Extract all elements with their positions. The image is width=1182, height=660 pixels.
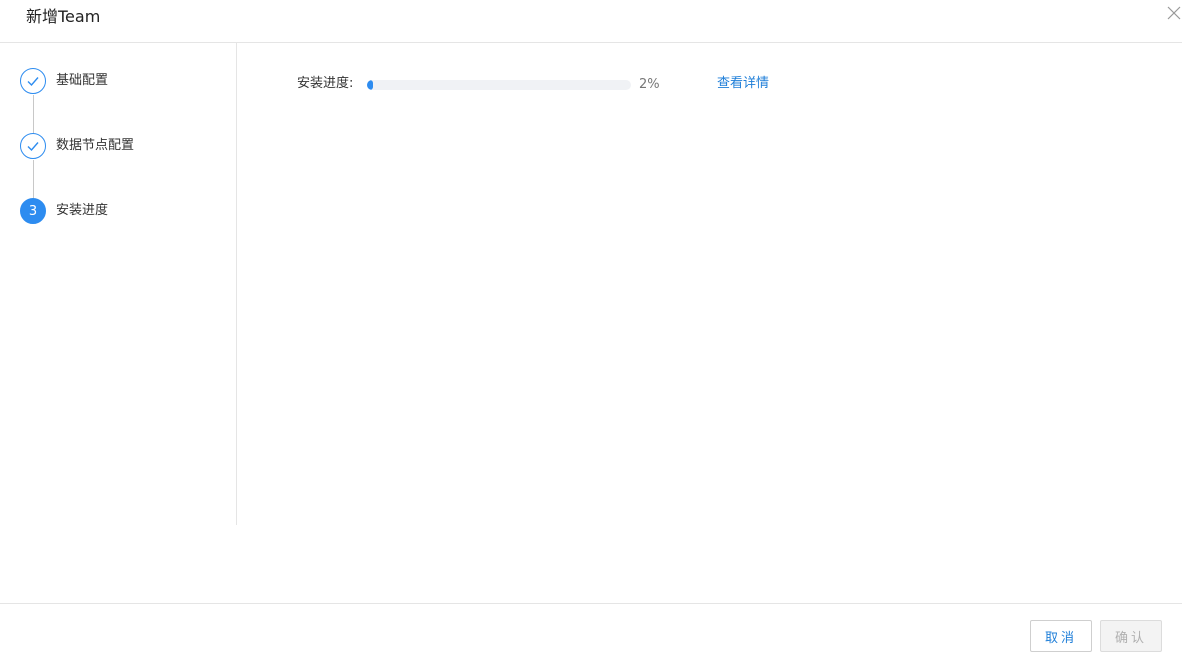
dialog-footer: 取消 确认	[0, 603, 1182, 660]
step-circle-done	[20, 133, 46, 159]
step-basic-config[interactable]: 基础配置	[20, 68, 220, 94]
step-label: 基础配置	[56, 73, 109, 88]
step-install-progress[interactable]: 3 安装进度	[20, 198, 220, 224]
step-connector	[33, 160, 34, 199]
dialog-body: 基础配置 数据节点配置 3 安装进度 安装进度: 2% 查看详情	[0, 43, 1182, 603]
view-details-link[interactable]: 查看详情	[717, 75, 769, 93]
step-data-node-config[interactable]: 数据节点配置	[20, 133, 220, 159]
progress-label: 安装进度:	[297, 76, 354, 91]
add-team-dialog: 新增Team 基础配置 数据节点配置 3 安装进度 安装进度: 2% 查看详情 …	[0, 0, 1182, 660]
step-circle-done	[20, 68, 46, 94]
step-circle-active: 3	[20, 198, 46, 224]
close-icon[interactable]	[1166, 5, 1182, 21]
dialog-header: 新增Team	[0, 0, 1182, 43]
step-connector	[33, 95, 34, 134]
step-number: 3	[28, 203, 38, 219]
check-icon	[27, 142, 39, 152]
steps-sidebar: 基础配置 数据节点配置 3 安装进度	[0, 43, 237, 525]
progress-bar	[367, 80, 631, 90]
confirm-button[interactable]: 确认	[1100, 620, 1162, 652]
dialog-title: 新增Team	[26, 7, 101, 26]
progress-bar-fill	[367, 80, 373, 90]
step-label: 数据节点配置	[56, 138, 135, 153]
cancel-button[interactable]: 取消	[1030, 620, 1092, 652]
install-progress-row: 安装进度: 2% 查看详情	[297, 75, 897, 95]
main-content: 安装进度: 2% 查看详情	[237, 43, 1182, 525]
progress-percent: 2%	[639, 77, 660, 92]
step-label: 安装进度	[56, 203, 109, 218]
check-icon	[27, 77, 39, 87]
